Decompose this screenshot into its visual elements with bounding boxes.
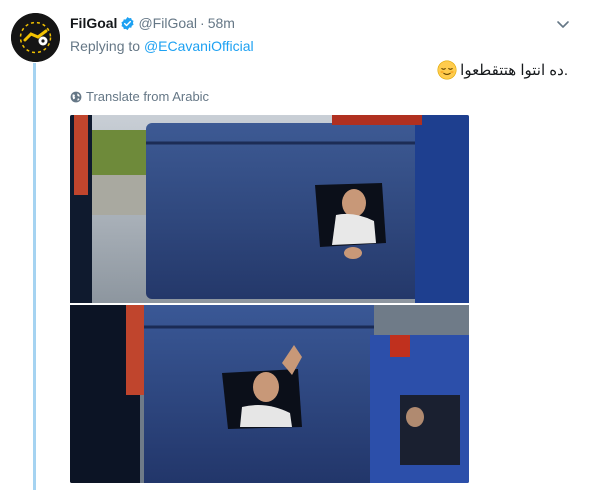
photo-bus-window-bottom <box>70 305 469 483</box>
translate-link[interactable]: Translate from Arabic <box>70 89 209 104</box>
mention-link[interactable]: @ECavaniOfficial <box>144 38 254 54</box>
tweet-media-image[interactable] <box>70 115 469 483</box>
user-handle[interactable]: @FilGoal <box>138 15 197 31</box>
tweet-header: FilGoal @FilGoal · 58m <box>70 13 235 33</box>
media-panel-bottom <box>70 305 469 483</box>
verified-badge-icon <box>121 16 135 30</box>
display-name[interactable]: FilGoal <box>70 15 117 31</box>
filgoal-logo-icon <box>11 13 60 62</box>
photo-bus-window-top <box>70 115 469 303</box>
relieved-face-emoji-icon <box>437 60 457 80</box>
avatar[interactable] <box>11 13 60 62</box>
chevron-down-icon[interactable] <box>555 16 571 32</box>
thread-connector-line <box>33 63 36 490</box>
tweet-text: .ده انتوا هتتقطعوا <box>437 60 568 80</box>
replying-to-line: Replying to @ECavaniOfficial <box>70 38 254 54</box>
replying-to-label: Replying to <box>70 38 141 54</box>
globe-icon <box>70 91 82 102</box>
translate-label: Translate from Arabic <box>86 89 210 104</box>
tweet-body: .ده انتوا هتتقطعوا <box>460 62 568 79</box>
separator-dot: · <box>200 15 205 31</box>
media-panel-top <box>70 115 469 303</box>
timestamp[interactable]: 58m <box>208 15 235 31</box>
